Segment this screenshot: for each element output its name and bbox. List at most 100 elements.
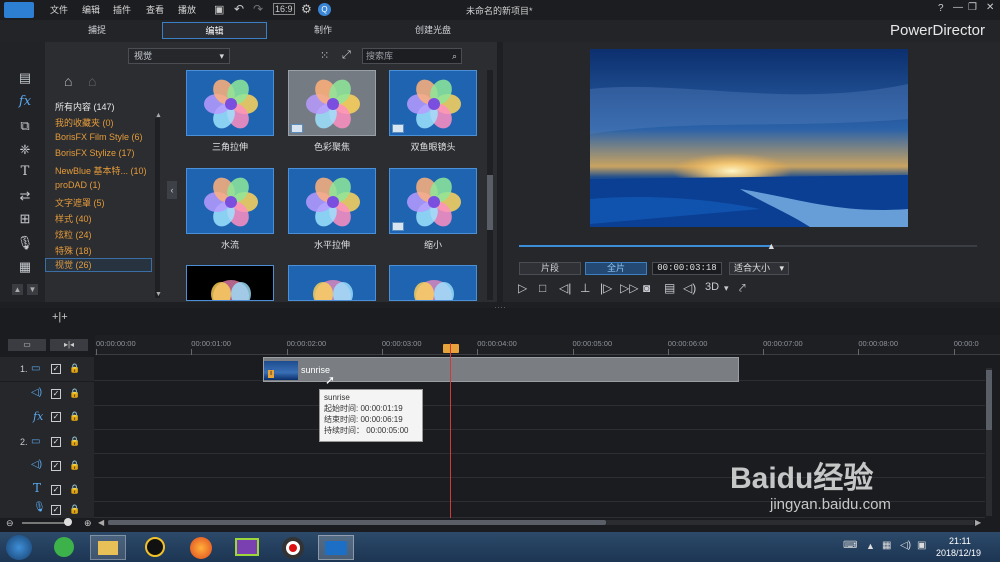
track-enable-checkbox[interactable]: ✓ [51, 389, 61, 399]
scroll-down-arrow-icon[interactable]: ▼ [155, 291, 162, 298]
voiceover-icon[interactable]: 🎙 [16, 235, 34, 251]
3d-mode-toggle[interactable]: 3D [705, 281, 719, 293]
zoom-fit-dropdown[interactable]: 适合大小 ▾ [729, 262, 789, 275]
save-icon[interactable]: ▣ [214, 3, 224, 16]
volume-icon[interactable]: ◁) [683, 281, 696, 295]
play-icon[interactable]: ▷ [518, 281, 527, 295]
scroll-left-arrow-icon[interactable]: ◀ [98, 518, 104, 527]
gear-icon[interactable]: ⚙ [301, 2, 312, 16]
category-item[interactable]: 所有内容 (147) [55, 100, 115, 113]
category-scrollbar[interactable] [155, 118, 160, 298]
effect-thumbnail[interactable] [186, 168, 274, 234]
scroll-up-icon[interactable]: ▲ [12, 284, 23, 295]
category-item[interactable]: BorisFX Stylize (17) [55, 148, 135, 158]
effect-room-icon[interactable]: fx [16, 94, 34, 110]
category-item-selected[interactable]: 视觉 (26) [45, 258, 152, 272]
scrollbar-thumb[interactable] [487, 175, 493, 230]
restore-icon[interactable]: ❐ [968, 2, 977, 13]
undock-icon[interactable]: ⤤ [739, 281, 746, 296]
tab-capture[interactable]: 捕捉 [58, 22, 136, 39]
account-icon[interactable]: Q [318, 3, 331, 16]
split-icon[interactable]: ⊥ [580, 281, 590, 295]
help-icon[interactable]: ? [938, 3, 944, 14]
track-enable-checkbox[interactable]: ✓ [51, 437, 61, 447]
windows-start-icon[interactable] [6, 535, 32, 560]
track-manager-icon[interactable]: ▸|◂ [50, 339, 88, 351]
movie-mode-button[interactable]: 全片 [585, 262, 647, 275]
effect-thumbnail[interactable] [288, 168, 376, 234]
menu-play[interactable]: 播放 [178, 3, 196, 16]
category-item[interactable]: NewBlue 基本特... (10) [55, 164, 147, 177]
search-icon[interactable]: ⌕ [452, 49, 457, 63]
zoom-out-icon[interactable]: ⊖ [6, 518, 14, 529]
category-item[interactable]: 样式 (40) [55, 212, 92, 225]
collapse-panel-icon[interactable]: ‹ [167, 181, 177, 199]
effect-thumbnail[interactable] [288, 265, 376, 301]
track-enable-checkbox[interactable]: ✓ [51, 485, 61, 495]
previous-frame-icon[interactable]: ◁| [559, 281, 571, 295]
track-enable-checkbox[interactable]: ✓ [51, 461, 61, 471]
menu-edit[interactable]: 编辑 [82, 3, 100, 16]
track-enable-checkbox[interactable]: ✓ [51, 364, 61, 374]
category-item[interactable]: BorisFX Film Style (6) [55, 132, 143, 142]
app-360-icon[interactable] [54, 537, 74, 557]
vertical-scroll-thumb[interactable] [986, 370, 992, 430]
category-item[interactable]: 我的收藏夹 (0) [55, 116, 114, 129]
library-filter-dropdown[interactable]: 视觉 ▾ [128, 48, 230, 64]
category-item[interactable]: proDAD (1) [55, 180, 101, 190]
menu-view[interactable]: 查看 [146, 3, 164, 16]
horizontal-scroll-thumb[interactable] [108, 520, 606, 525]
menu-file[interactable]: 文件 [50, 3, 68, 16]
lock-icon[interactable]: 🔒 [69, 411, 80, 422]
audio-mixing-icon[interactable]: ⊞ [16, 211, 34, 227]
tray-expand-icon[interactable]: ▲ [866, 541, 875, 551]
fit-timeline-icon[interactable]: +|+ [52, 311, 68, 323]
playhead-handle[interactable] [443, 344, 459, 353]
scrubber-handle[interactable]: ▲ [767, 241, 776, 251]
lock-icon[interactable]: 🔒 [69, 460, 80, 471]
record-icon[interactable] [282, 537, 304, 559]
lock-icon[interactable]: 🔒 [69, 363, 80, 374]
effect-thumbnail[interactable] [389, 168, 477, 234]
transition-room-icon[interactable]: ⇄ [16, 188, 34, 204]
particle-room-icon[interactable]: ❈ [16, 142, 34, 158]
category-item[interactable]: 文字遮罩 (5) [55, 196, 105, 209]
close-icon[interactable]: ✕ [986, 2, 994, 13]
powerdirector-taskbar-icon[interactable] [318, 535, 354, 560]
grid-view-icon[interactable]: ⁙ [320, 49, 329, 62]
qq-penguin-icon[interactable] [145, 537, 165, 557]
clip-mode-button[interactable]: 片段 [519, 262, 581, 275]
track-enable-checkbox[interactable]: ✓ [51, 412, 61, 422]
library-search-input[interactable]: 搜索库 ⌕ [362, 48, 462, 64]
tab-edit[interactable]: 编辑 [162, 22, 267, 39]
track-enable-checkbox[interactable]: ✓ [51, 505, 61, 515]
keyboard-tray-icon[interactable]: ⌨ [843, 540, 857, 551]
timecode-display[interactable]: 00:00:03:18 [652, 262, 722, 275]
storyboard-view-icon[interactable]: ▭ [8, 339, 46, 351]
effect-thumbnail[interactable] [186, 265, 274, 301]
effect-thumbnail[interactable] [389, 70, 477, 136]
scroll-down-icon[interactable]: ▼ [27, 284, 38, 295]
effect-thumbnail[interactable] [389, 265, 477, 301]
preview-video[interactable] [590, 49, 908, 227]
scroll-right-arrow-icon[interactable]: ▶ [975, 518, 981, 527]
network-tray-icon[interactable]: ▦ [882, 540, 891, 551]
zoom-in-icon[interactable]: ⊕ [84, 518, 92, 529]
fast-forward-icon[interactable]: ▷▷ [620, 281, 638, 295]
firefox-icon[interactable] [190, 537, 212, 559]
effect-thumbnail[interactable] [288, 70, 376, 136]
undo-icon[interactable]: ↶ [234, 2, 244, 16]
zoom-slider[interactable] [22, 522, 70, 524]
effect-thumbnail[interactable] [186, 70, 274, 136]
category-item[interactable]: 炫粒 (24) [55, 228, 92, 241]
menu-plugins[interactable]: 插件 [113, 3, 131, 16]
media-room-icon[interactable]: ▤ [16, 70, 34, 86]
zoom-slider-knob[interactable] [64, 518, 72, 526]
pip-room-icon[interactable]: ⧉ [16, 118, 34, 134]
lock-icon[interactable]: 🔒 [69, 436, 80, 447]
chapter-room-icon[interactable]: ▦ [16, 259, 34, 275]
subtitle-icon[interactable]: ▤ [664, 281, 675, 295]
tab-produce[interactable]: 制作 [284, 22, 362, 39]
volume-tray-icon[interactable]: ◁) [900, 540, 911, 551]
explorer-folder-icon[interactable] [90, 535, 126, 560]
